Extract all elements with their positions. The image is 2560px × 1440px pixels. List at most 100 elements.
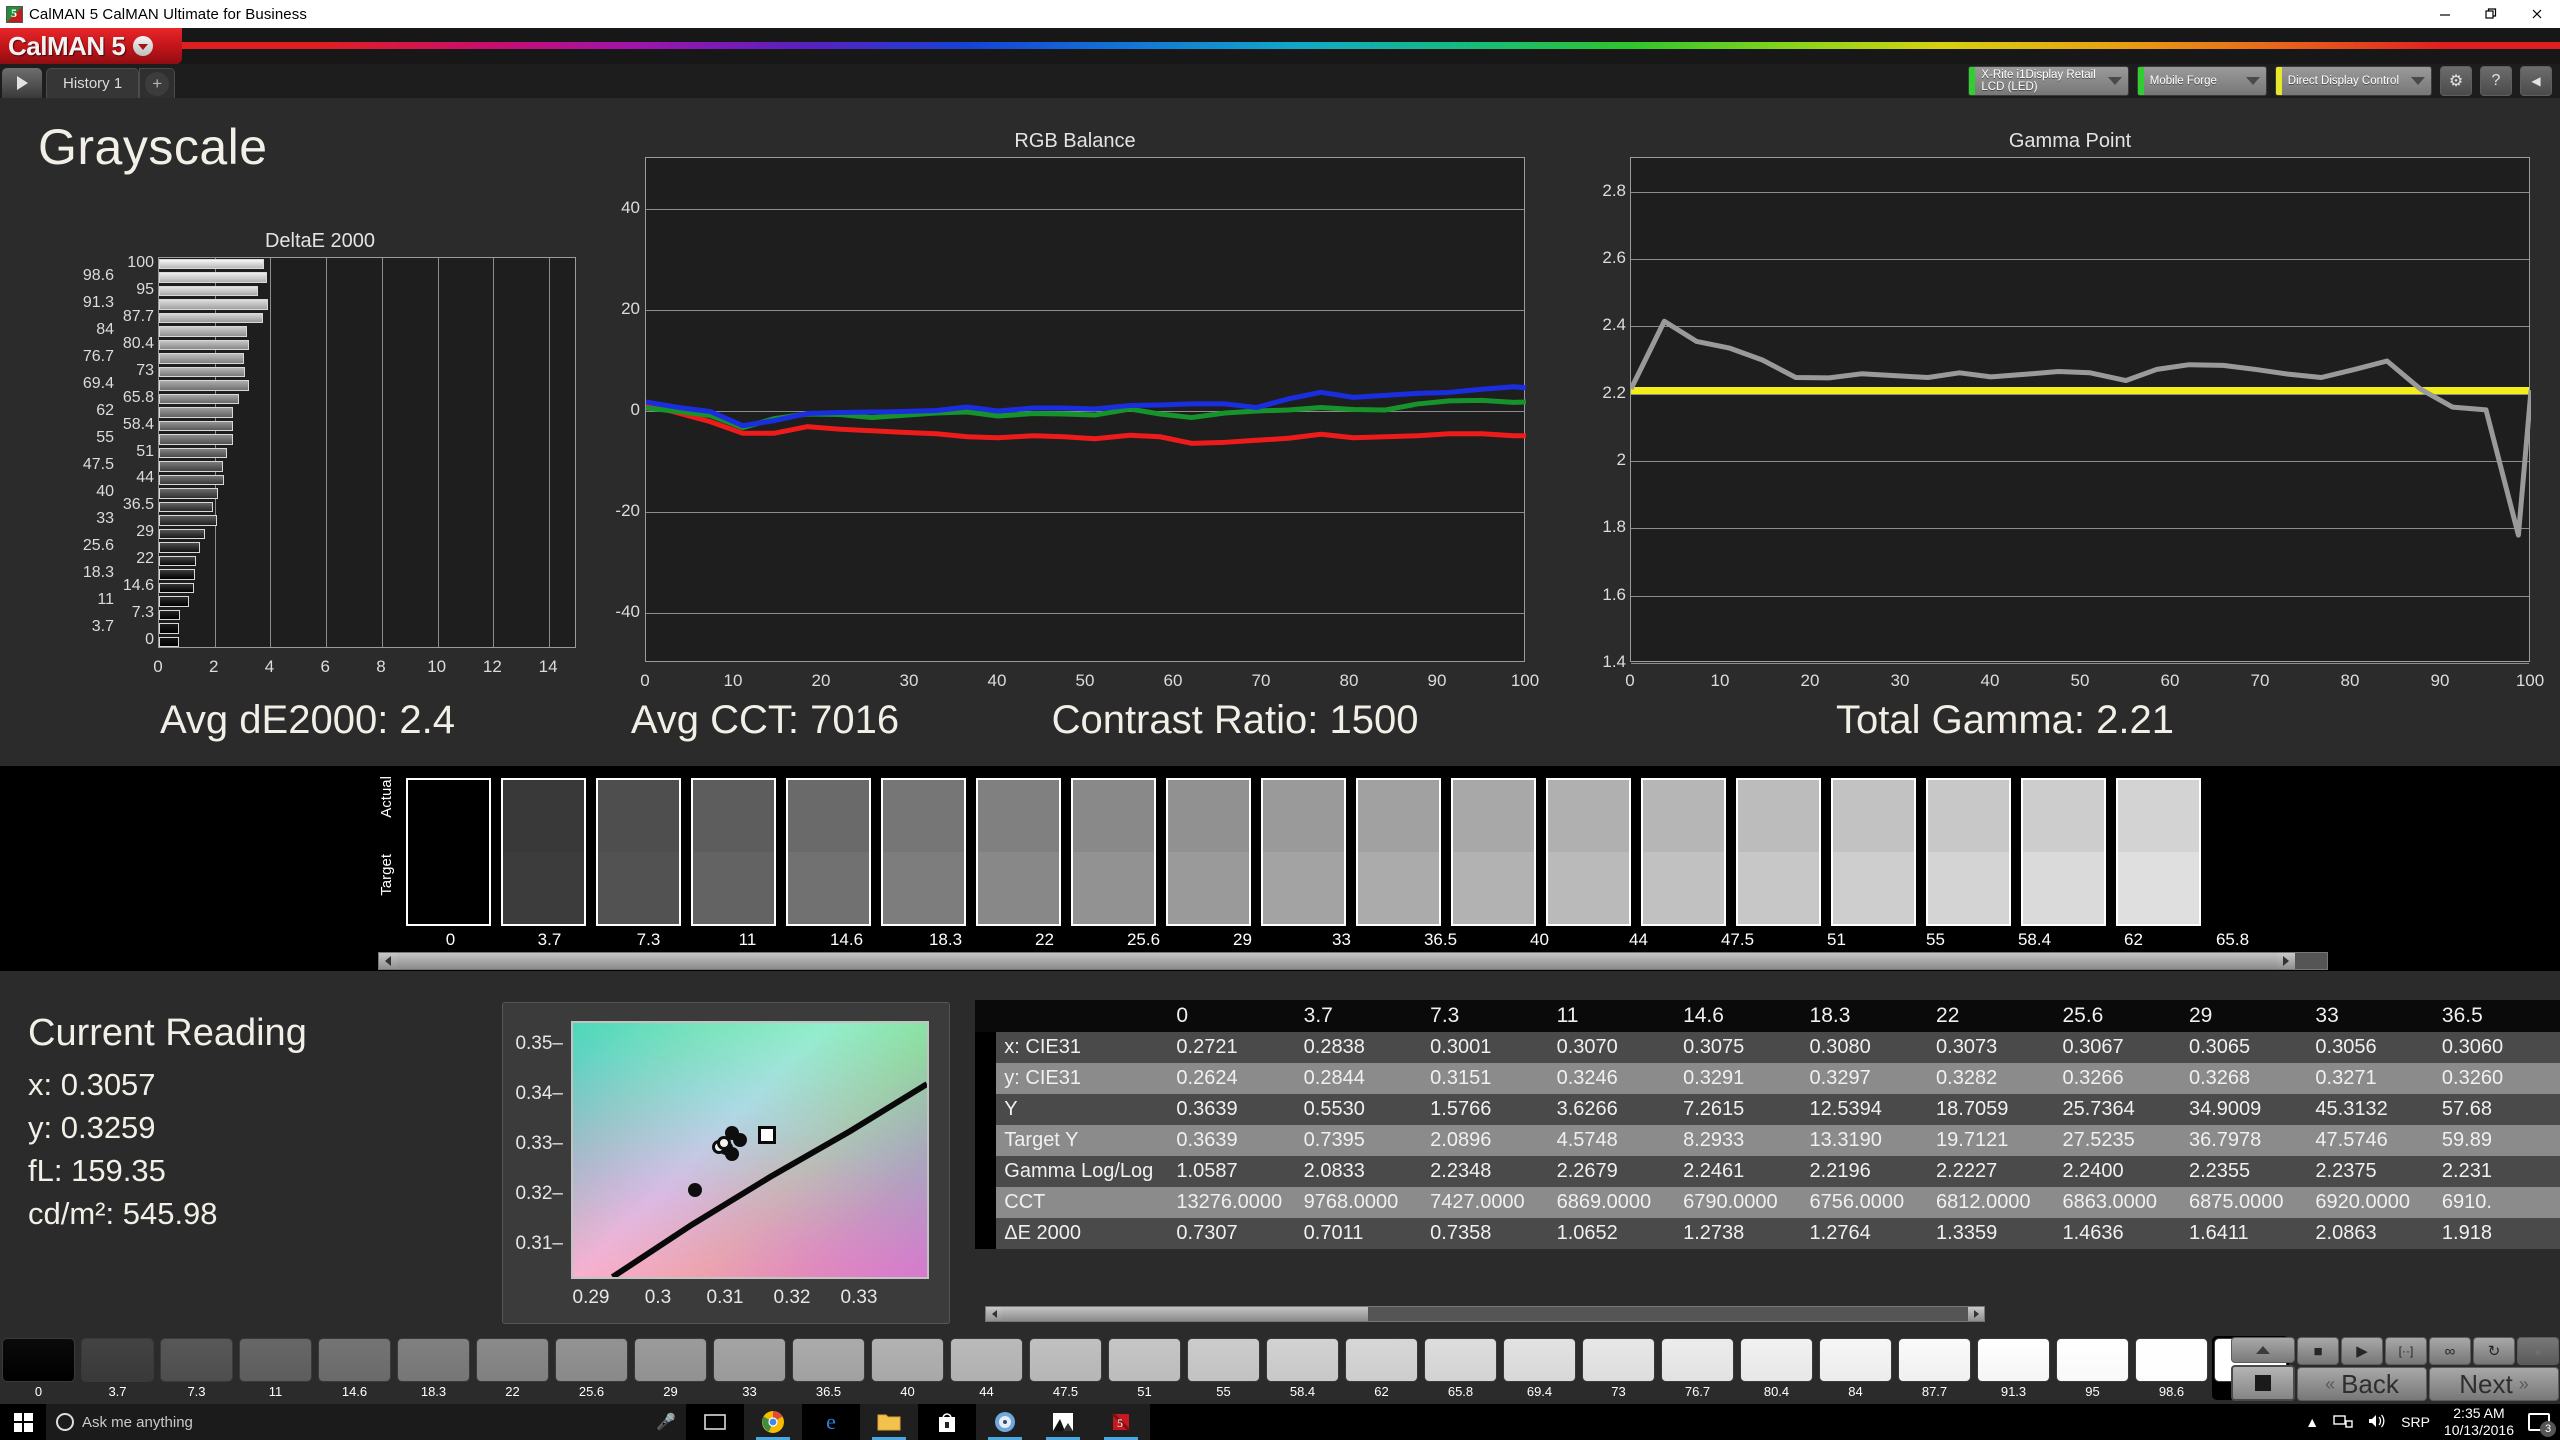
back-button[interactable]: « Back bbox=[2297, 1367, 2427, 1401]
measure-range-button[interactable]: [··] bbox=[2385, 1337, 2427, 1365]
search-input[interactable]: Ask me anything 🎤 bbox=[46, 1404, 686, 1440]
grayscale-swatch[interactable] bbox=[881, 778, 966, 926]
bottom-swatch-button[interactable]: 11 bbox=[237, 1336, 314, 1400]
brand-label: CalMAN 5 bbox=[8, 30, 126, 61]
bottom-swatch-button[interactable]: 18.3 bbox=[395, 1336, 472, 1400]
bottom-swatch-button[interactable]: 95 bbox=[2054, 1336, 2131, 1400]
minimize-button[interactable] bbox=[2422, 0, 2468, 28]
media-icon[interactable] bbox=[976, 1404, 1034, 1440]
bottom-swatch-button[interactable]: 44 bbox=[948, 1336, 1025, 1400]
bottom-swatch-button[interactable]: 51 bbox=[1106, 1336, 1183, 1400]
bottom-swatch-button[interactable]: 69.4 bbox=[1501, 1336, 1578, 1400]
chrome-icon[interactable] bbox=[744, 1404, 802, 1440]
bottom-swatch-button[interactable]: 62 bbox=[1343, 1336, 1420, 1400]
scrollbar-thumb[interactable] bbox=[1002, 1307, 1368, 1321]
grayscale-swatch[interactable] bbox=[596, 778, 681, 926]
photo-icon[interactable] bbox=[1034, 1404, 1092, 1440]
bottom-swatch-button[interactable]: 0 bbox=[0, 1336, 77, 1400]
display-control-selector[interactable]: Direct Display Control bbox=[2274, 66, 2432, 96]
bottom-swatch-button[interactable]: 33 bbox=[711, 1336, 788, 1400]
bottom-swatch-button[interactable]: 80.4 bbox=[1738, 1336, 1815, 1400]
tab-history-1[interactable]: History 1 bbox=[46, 68, 140, 98]
restore-button[interactable] bbox=[2468, 0, 2514, 28]
bottom-swatch-button[interactable]: 87.7 bbox=[1896, 1336, 1973, 1400]
calman-icon[interactable]: 5 bbox=[1092, 1404, 1150, 1440]
microphone-icon[interactable]: 🎤 bbox=[656, 1412, 676, 1432]
next-button[interactable]: Next » bbox=[2429, 1367, 2559, 1401]
bottom-swatch-button[interactable]: 3.7 bbox=[79, 1336, 156, 1400]
bottom-swatch-button[interactable]: 14.6 bbox=[316, 1336, 393, 1400]
gear-icon[interactable]: ⚙ bbox=[2440, 66, 2472, 96]
play-arrow-icon[interactable] bbox=[2, 68, 42, 98]
stop-button[interactable]: ■ bbox=[2297, 1337, 2339, 1365]
close-button[interactable] bbox=[2514, 0, 2560, 28]
play-button[interactable]: ▶ bbox=[2341, 1337, 2383, 1365]
grayscale-swatch[interactable] bbox=[1356, 778, 1441, 926]
bottom-swatch-button[interactable]: 76.7 bbox=[1659, 1336, 1736, 1400]
source-selector[interactable]: Mobile Forge bbox=[2136, 66, 2267, 96]
language-indicator[interactable]: SRP bbox=[2401, 1414, 2430, 1430]
bottom-swatch-button[interactable]: 29 bbox=[632, 1336, 709, 1400]
bottom-swatch-button[interactable]: 98.6 bbox=[2133, 1336, 2210, 1400]
chevron-down-icon[interactable] bbox=[2240, 67, 2266, 95]
grayscale-swatch[interactable] bbox=[2116, 778, 2201, 926]
grayscale-swatch[interactable] bbox=[1166, 778, 1251, 926]
file-explorer-icon[interactable] bbox=[860, 1404, 918, 1440]
store-icon[interactable] bbox=[918, 1404, 976, 1440]
grayscale-swatch[interactable] bbox=[691, 778, 776, 926]
bottom-swatch-button[interactable]: 47.5 bbox=[1027, 1336, 1104, 1400]
caret-up-icon[interactable] bbox=[2231, 1337, 2295, 1363]
add-tab-button[interactable]: + bbox=[139, 68, 176, 98]
edge-icon[interactable]: e bbox=[802, 1404, 860, 1440]
grayscale-swatch[interactable] bbox=[406, 778, 491, 926]
continuous-button[interactable]: ∞ bbox=[2429, 1337, 2471, 1365]
bottom-swatch-button[interactable]: 25.6 bbox=[553, 1336, 630, 1400]
scrollbar-thumb[interactable] bbox=[397, 953, 2277, 969]
notifications-icon[interactable]: 3 bbox=[2528, 1413, 2556, 1437]
bottom-swatch-button[interactable]: 73 bbox=[1580, 1336, 1657, 1400]
grayscale-swatch[interactable] bbox=[501, 778, 586, 926]
grayscale-swatch[interactable] bbox=[1641, 778, 1726, 926]
bottom-swatch-button[interactable]: 91.3 bbox=[1975, 1336, 2052, 1400]
chevron-down-icon[interactable] bbox=[133, 36, 154, 56]
scroll-right-icon[interactable] bbox=[1968, 1307, 1984, 1321]
windows-start-icon[interactable] bbox=[0, 1404, 46, 1440]
grayscale-swatch[interactable] bbox=[1071, 778, 1156, 926]
grayscale-swatch[interactable] bbox=[786, 778, 871, 926]
scroll-right-icon[interactable] bbox=[2277, 953, 2295, 969]
bottom-swatch-button[interactable]: 7.3 bbox=[158, 1336, 235, 1400]
chevron-up-icon[interactable]: ▲ bbox=[2305, 1414, 2319, 1430]
collapse-icon[interactable]: ◀ bbox=[2520, 66, 2552, 96]
meter-selector[interactable]: X-Rite i1Display Retail LCD (LED) bbox=[1968, 66, 2129, 96]
record-button[interactable]: ● bbox=[2517, 1337, 2559, 1365]
grayscale-swatch[interactable] bbox=[1831, 778, 1916, 926]
taskbar-clock[interactable]: 2:35 AM 10/13/2016 bbox=[2444, 1405, 2514, 1439]
scroll-left-icon[interactable] bbox=[986, 1307, 1002, 1321]
table-scrollbar[interactable] bbox=[985, 1306, 1985, 1322]
grayscale-swatch[interactable] bbox=[1736, 778, 1821, 926]
bottom-swatch-button[interactable]: 55 bbox=[1185, 1336, 1262, 1400]
help-icon[interactable]: ? bbox=[2480, 66, 2512, 96]
refresh-button[interactable]: ↻ bbox=[2473, 1337, 2515, 1365]
bottom-swatch-button[interactable]: 58.4 bbox=[1264, 1336, 1341, 1400]
swatch-scrollbar[interactable] bbox=[378, 952, 2328, 970]
task-view-icon[interactable] bbox=[686, 1404, 744, 1440]
calman-brand-menu[interactable]: CalMAN 5 bbox=[0, 28, 182, 64]
volume-icon[interactable] bbox=[2367, 1413, 2387, 1432]
network-icon[interactable] bbox=[2333, 1413, 2353, 1432]
grayscale-swatch[interactable] bbox=[2021, 778, 2106, 926]
chevron-down-icon[interactable] bbox=[2102, 67, 2128, 95]
grayscale-swatch[interactable] bbox=[1926, 778, 2011, 926]
bottom-swatch-button[interactable]: 22 bbox=[474, 1336, 551, 1400]
grayscale-swatch[interactable] bbox=[1451, 778, 1536, 926]
bottom-swatch-button[interactable]: 84 bbox=[1817, 1336, 1894, 1400]
bottom-swatch-button[interactable]: 40 bbox=[869, 1336, 946, 1400]
grayscale-swatch[interactable] bbox=[1546, 778, 1631, 926]
stop-square-icon[interactable] bbox=[2231, 1365, 2295, 1401]
bottom-swatch-button[interactable]: 65.8 bbox=[1422, 1336, 1499, 1400]
grayscale-swatch[interactable] bbox=[1261, 778, 1346, 926]
bottom-swatch-button[interactable]: 36.5 bbox=[790, 1336, 867, 1400]
scroll-left-icon[interactable] bbox=[379, 953, 397, 969]
grayscale-swatch[interactable] bbox=[976, 778, 1061, 926]
chevron-down-icon[interactable] bbox=[2405, 67, 2431, 95]
